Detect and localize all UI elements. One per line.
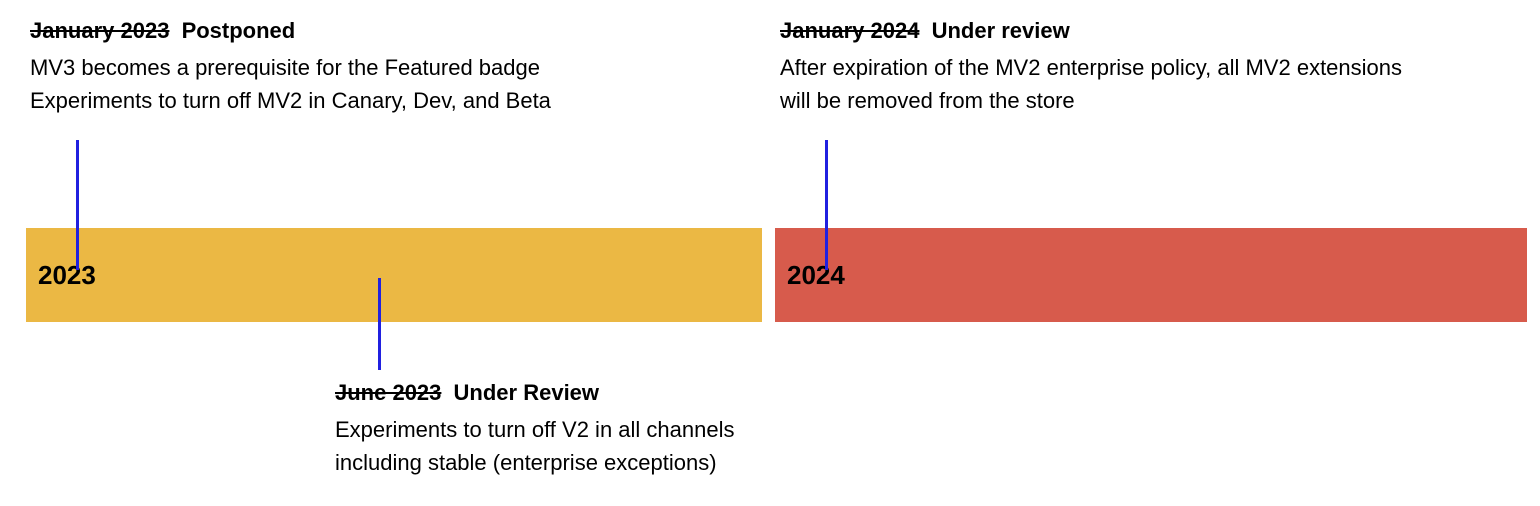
event-body: After expiration of the MV2 enterprise p… (780, 51, 1520, 117)
event-connector (825, 140, 828, 270)
event-date: January 2023 (30, 18, 169, 43)
event-header: June 2023 Under Review (335, 376, 835, 409)
event-connector (76, 140, 79, 270)
timeline-bar-2023: 2023 (26, 228, 762, 322)
event-header: January 2023 Postponed (30, 14, 630, 47)
timeline-event: June 2023 Under Review Experiments to tu… (335, 376, 835, 479)
event-date: June 2023 (335, 380, 441, 405)
timeline-event: January 2024 Under review After expirati… (780, 14, 1520, 117)
event-line: After expiration of the MV2 enterprise p… (780, 51, 1520, 84)
event-line: MV3 becomes a prerequisite for the Featu… (30, 51, 630, 84)
event-status: Under review (932, 18, 1070, 43)
event-header: January 2024 Under review (780, 14, 1520, 47)
event-status: Postponed (182, 18, 296, 43)
timeline-bar-2024: 2024 (775, 228, 1527, 322)
event-line: will be removed from the store (780, 84, 1520, 117)
event-body: MV3 becomes a prerequisite for the Featu… (30, 51, 630, 117)
event-line: Experiments to turn off MV2 in Canary, D… (30, 84, 630, 117)
event-body: Experiments to turn off V2 in all channe… (335, 413, 835, 479)
timeline-bar-label: 2023 (38, 256, 96, 295)
event-connector (378, 278, 381, 370)
timeline-event: January 2023 Postponed MV3 becomes a pre… (30, 14, 630, 117)
event-date: January 2024 (780, 18, 919, 43)
timeline-bar-label: 2024 (787, 256, 845, 295)
event-line: including stable (enterprise exceptions) (335, 446, 835, 479)
event-status: Under Review (454, 380, 600, 405)
event-line: Experiments to turn off V2 in all channe… (335, 413, 835, 446)
